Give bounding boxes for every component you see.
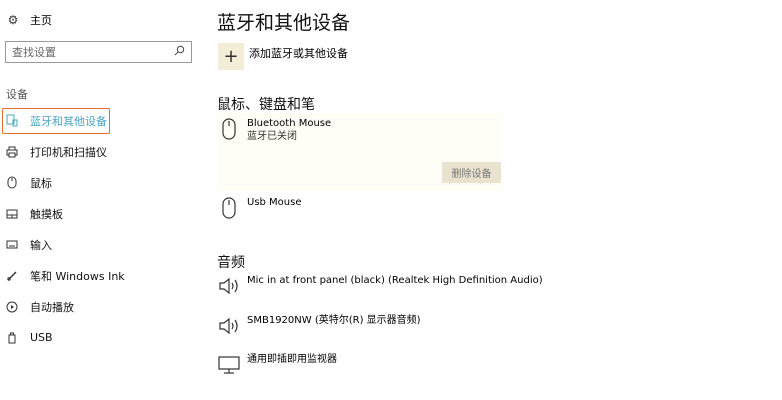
device-usb-mouse[interactable]: Usb Mouse	[217, 196, 302, 220]
sidebar-item-label: 蓝牙和其他设备	[30, 114, 107, 128]
device-name: 通用即插即用监视器	[247, 354, 337, 365]
sidebar-item-touchpad[interactable]: 触摸板	[0, 198, 200, 229]
mouse-icon	[217, 196, 241, 220]
device-smb1920nw[interactable]: SMB1920NW (英特尔(R) 显示器音频)	[217, 314, 421, 338]
sidebar: ⚙ 主页 查找设置 设备 蓝牙和其他设备 打印机和扫描仪 鼠标 触摸板 输入 笔…	[0, 0, 200, 400]
speaker-icon	[217, 314, 241, 338]
printer-icon	[6, 145, 18, 159]
keyboard-icon	[6, 238, 18, 252]
search-icon	[174, 45, 185, 59]
sidebar-item-autoplay[interactable]: 自动播放	[0, 291, 200, 322]
add-device-label: 添加蓝牙或其他设备	[249, 47, 348, 60]
sidebar-item-typing[interactable]: 输入	[0, 229, 200, 260]
device-bluetooth-mouse[interactable]: Bluetooth Mouse 蓝牙已关闭	[217, 117, 331, 143]
section-title-mouse-keyboard-pen: 鼠标、键盘和笔	[217, 97, 315, 113]
search-placeholder: 查找设置	[12, 46, 56, 59]
speaker-icon	[217, 274, 241, 298]
sidebar-nav: 蓝牙和其他设备 打印机和扫描仪 鼠标 触摸板 输入 笔和 Windows Ink…	[0, 105, 200, 353]
sidebar-item-pen[interactable]: 笔和 Windows Ink	[0, 260, 200, 291]
search-input[interactable]: 查找设置	[5, 41, 192, 63]
add-device-button[interactable]: +	[218, 43, 244, 70]
device-mic-front-panel[interactable]: Mic in at front panel (black) (Realtek H…	[217, 274, 543, 298]
usb-icon	[6, 331, 18, 345]
sidebar-item-usb[interactable]: USB	[0, 322, 200, 353]
mouse-icon	[6, 176, 18, 190]
sidebar-item-label: 打印机和扫描仪	[30, 145, 107, 159]
home-label: 主页	[30, 14, 52, 27]
remove-device-button[interactable]: 删除设备	[442, 162, 501, 183]
page-title: 蓝牙和其他设备	[217, 12, 351, 34]
add-device-row[interactable]: + 添加蓝牙或其他设备	[218, 43, 348, 70]
sidebar-item-label: 笔和 Windows Ink	[30, 269, 125, 283]
touchpad-icon	[6, 207, 18, 221]
device-name: Mic in at front panel (black) (Realtek H…	[247, 275, 543, 286]
plus-icon: +	[223, 46, 239, 67]
bluetooth-devices-icon	[6, 114, 18, 128]
gear-icon: ⚙	[7, 13, 19, 27]
device-name: Usb Mouse	[247, 197, 302, 208]
autoplay-icon	[6, 300, 18, 314]
sidebar-item-label: 触摸板	[30, 207, 63, 221]
sidebar-item-label: USB	[30, 331, 53, 344]
home-link[interactable]: ⚙ 主页	[6, 12, 52, 28]
sidebar-item-printers[interactable]: 打印机和扫描仪	[0, 136, 200, 167]
sidebar-item-label: 输入	[30, 238, 52, 252]
section-title-audio: 音频	[217, 255, 245, 271]
device-name: SMB1920NW (英特尔(R) 显示器音频)	[247, 315, 421, 326]
mouse-icon	[217, 117, 241, 141]
device-status: 蓝牙已关闭	[247, 131, 297, 142]
monitor-icon	[217, 353, 241, 377]
device-name: Bluetooth Mouse	[247, 118, 332, 129]
device-generic-monitor[interactable]: 通用即插即用监视器	[217, 353, 337, 377]
section-label-devices: 设备	[6, 88, 28, 101]
main-content: 蓝牙和其他设备 + 添加蓝牙或其他设备 鼠标、键盘和笔 Bluetooth Mo…	[217, 0, 782, 400]
pen-icon	[6, 269, 18, 283]
sidebar-item-bluetooth[interactable]: 蓝牙和其他设备	[0, 105, 200, 136]
sidebar-item-mouse[interactable]: 鼠标	[0, 167, 200, 198]
sidebar-item-label: 鼠标	[30, 176, 52, 190]
sidebar-item-label: 自动播放	[30, 300, 74, 314]
